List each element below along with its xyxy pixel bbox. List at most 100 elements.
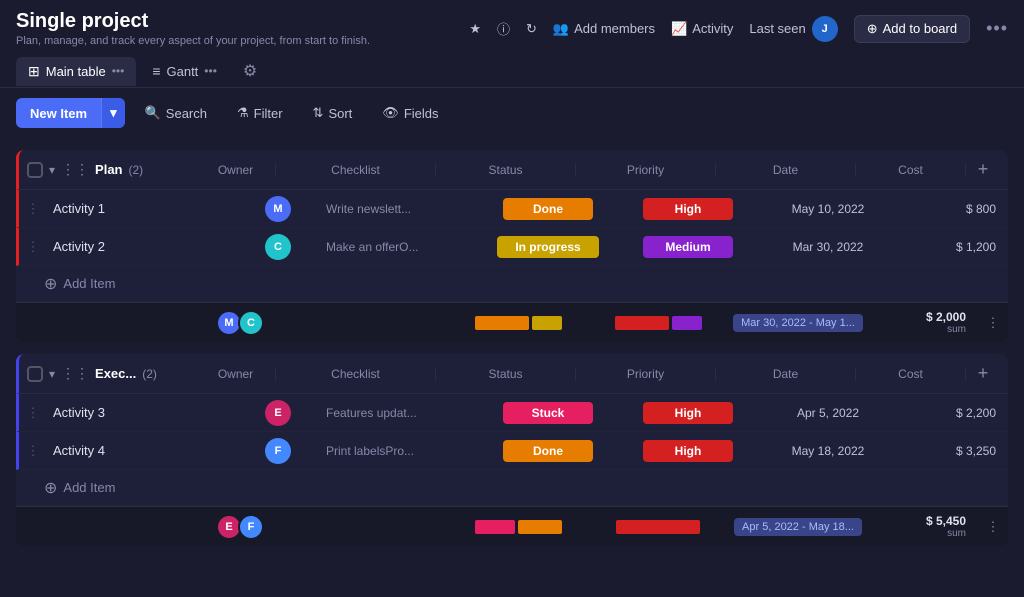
col-header-date-2: Date [716, 367, 856, 381]
cost-cell: $ 1,200 [898, 240, 1008, 254]
tab-main-table-more[interactable]: ••• [112, 64, 125, 78]
activity-name: Activity 4 [47, 443, 167, 458]
summary-date-range-2: Apr 5, 2022 - May 18... [728, 518, 868, 536]
add-item-row[interactable]: ⊕ Add Item [16, 266, 1008, 302]
summary-more-button[interactable]: ⋮ [978, 315, 1008, 331]
status-badge: Stuck [503, 402, 593, 424]
status-cell[interactable]: In progress [478, 236, 618, 258]
owner-cell: E [238, 400, 318, 426]
owner-cell: F [238, 438, 318, 464]
checklist-text: Features updat... [326, 406, 417, 420]
priority-cell[interactable]: High [618, 402, 758, 424]
add-members-button[interactable]: 👥 Add members [553, 21, 655, 37]
priority-cell[interactable]: Medium [618, 236, 758, 258]
add-members-label: Add members [574, 21, 655, 36]
table-row: ⋮ Activity 4 F Print labelsPro... Done H… [16, 432, 1008, 470]
summary-more-button-2[interactable]: ⋮ [978, 519, 1008, 535]
project-title: Single project [16, 10, 370, 33]
checklist-text: Print labelsPro... [326, 444, 414, 458]
group-plan-header: ▾ ⋮⋮ Plan (2) Owner Checklist Status Pri… [16, 150, 1008, 190]
fields-button[interactable]: 👁 Fields [372, 99, 448, 127]
summary-cost: $ 2,000 sum [868, 310, 978, 335]
project-title-area: Single project Plan, manage, and track e… [16, 10, 370, 47]
fields-label: Fields [404, 106, 439, 121]
filter-button[interactable]: ⚗ Filter [227, 99, 293, 127]
status-cell[interactable]: Done [478, 198, 618, 220]
status-cell[interactable]: Stuck [478, 402, 618, 424]
summary-priority-bar-2 [588, 518, 728, 536]
more-options-button[interactable]: ••• [986, 18, 1008, 39]
add-to-board-icon: ⊕ [867, 21, 878, 37]
priority-badge: High [643, 440, 733, 462]
group-execute-chevron[interactable]: ▾ [49, 367, 55, 381]
drag-handle[interactable]: ⋮ [19, 201, 47, 217]
add-to-board-button[interactable]: ⊕ Add to board [854, 15, 970, 43]
table-row: ⋮ Activity 3 E Features updat... Stuck H… [16, 394, 1008, 432]
col-add-button-2[interactable]: + [966, 363, 1000, 384]
sort-icon: ⇅ [313, 105, 324, 121]
star-button[interactable]: ★ [469, 21, 481, 37]
summary-cost-2: $ 5,450 sum [868, 514, 978, 539]
search-label: Search [166, 106, 207, 121]
activity-button[interactable]: 📈 Activity [671, 21, 733, 37]
col-header-date: Date [716, 163, 856, 177]
filter-label: Filter [254, 106, 283, 121]
header-actions: ★ ⓘ ↻ 👥 Add members 📈 Activity Last seen… [469, 15, 1008, 43]
sort-label: Sort [328, 106, 352, 121]
priority-mini-bar-2 [616, 518, 700, 536]
top-header: Single project Plan, manage, and track e… [0, 0, 1024, 47]
new-item-caret[interactable]: ▾ [101, 98, 125, 128]
info-icon: ⓘ [497, 19, 510, 38]
priority-cell[interactable]: High [618, 198, 758, 220]
drag-handle[interactable]: ⋮ [19, 443, 47, 459]
tab-gantt-more[interactable]: ••• [204, 64, 217, 78]
cost-label-2: sum [947, 528, 966, 539]
drag-handle[interactable]: ⋮ [19, 239, 47, 255]
priority-badge: High [643, 402, 733, 424]
medium-bar [672, 316, 702, 330]
settings-button[interactable]: ⚙ [237, 55, 263, 87]
group-execute-checkbox[interactable] [27, 366, 43, 382]
group-execute: ▾ ⋮⋮ Exec... (2) Owner Checklist Status … [16, 354, 1008, 546]
col-add-button[interactable]: + [966, 159, 1000, 180]
summary-priority-bar [588, 314, 728, 332]
status-badge: Done [503, 440, 593, 462]
info-button[interactable]: ⓘ [497, 19, 510, 38]
group-plan-chevron[interactable]: ▾ [49, 163, 55, 177]
group-execute-count: (2) [142, 367, 157, 381]
sort-button[interactable]: ⇅ Sort [303, 99, 363, 127]
cost-cell: $ 2,200 [898, 406, 1008, 420]
inprogress-bar [532, 316, 562, 330]
add-item-row-2[interactable]: ⊕ Add Item [16, 470, 1008, 506]
priority-cell[interactable]: High [618, 440, 758, 462]
group-plan-checkbox[interactable] [27, 162, 43, 178]
summary-avatars-2: E F [208, 514, 288, 540]
table-row: ⋮ Activity 2 C Make an offerO... In prog… [16, 228, 1008, 266]
owner-cell: C [238, 234, 318, 260]
activity-name: Activity 3 [47, 405, 167, 420]
new-item-button[interactable]: New Item ▾ [16, 98, 125, 128]
refresh-button[interactable]: ↻ [526, 21, 537, 37]
status-mini-bar [475, 314, 562, 332]
date-cell: May 18, 2022 [758, 444, 898, 458]
summary-date-range: Mar 30, 2022 - May 1... [728, 314, 868, 332]
tab-gantt[interactable]: ≡ Gantt ••• [140, 57, 229, 85]
tab-main-table[interactable]: ⊞ Main table ••• [16, 57, 136, 86]
col-header-status-2: Status [436, 367, 576, 381]
drag-handle[interactable]: ⋮ [19, 405, 47, 421]
avatar: M [265, 196, 291, 222]
high-bar-2 [616, 520, 700, 534]
col-header-checklist-2: Checklist [276, 367, 436, 381]
col-header-owner: Owner [196, 163, 276, 177]
search-button[interactable]: 🔍 Search [135, 99, 217, 127]
last-seen-label: Last seen [749, 21, 805, 36]
checklist-cell: Features updat... [318, 406, 478, 420]
status-badge: Done [503, 198, 593, 220]
cost-label: sum [947, 324, 966, 335]
tab-bar: ⊞ Main table ••• ≡ Gantt ••• ⚙ [0, 47, 1024, 88]
refresh-icon: ↻ [526, 21, 537, 37]
tables-area: ▾ ⋮⋮ Plan (2) Owner Checklist Status Pri… [0, 138, 1024, 595]
status-cell[interactable]: Done [478, 440, 618, 462]
col-header-priority-2: Priority [576, 367, 716, 381]
cost-total-2: $ 5,450 [926, 514, 966, 528]
